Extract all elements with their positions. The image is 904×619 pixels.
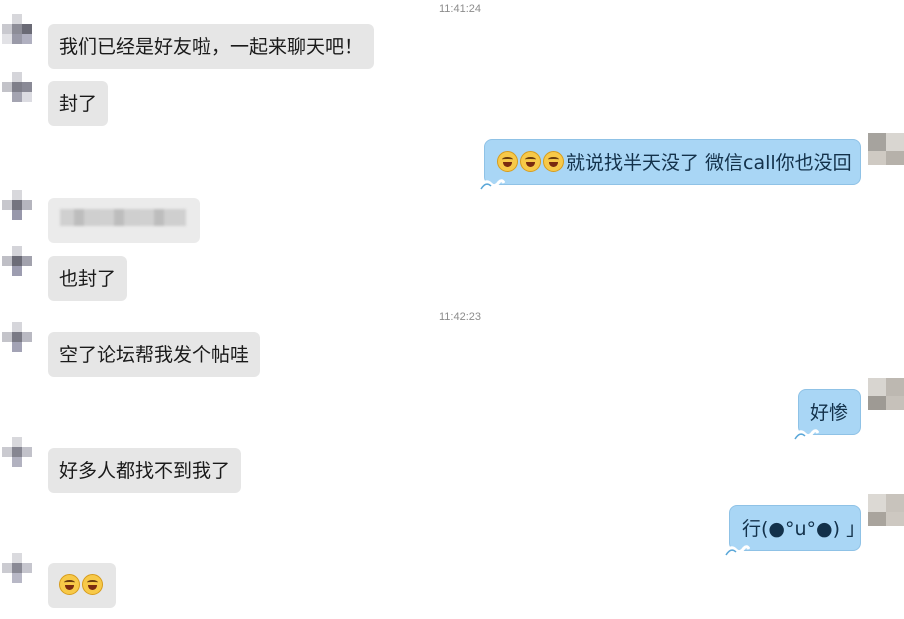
- laughing-tears-emoji-icon: [59, 574, 80, 595]
- message-bubble-self: 就说找半天没了 微信call你也没回: [479, 139, 861, 190]
- message-text: 也封了: [59, 268, 117, 290]
- timestamp: 11:42:23: [438, 311, 481, 323]
- laughing-tears-emoji-icon: [520, 151, 541, 172]
- avatar[interactable]: [2, 437, 42, 477]
- message-text: 行(●°u°●)​ 」: [742, 518, 866, 540]
- message-bubble: 也封了: [48, 256, 128, 301]
- chat-history: 11:41:24 我们已经是好友啦，一起来聊天吧！ 封了 就说找半天没了 微信c…: [0, 0, 904, 619]
- laughing-tears-emoji-icon: [543, 151, 564, 172]
- laughing-tears-emoji-icon: [497, 151, 518, 172]
- message-text: 封了: [59, 93, 98, 115]
- avatar[interactable]: [2, 14, 42, 54]
- avatar[interactable]: [2, 322, 42, 362]
- message-text: 好惨: [810, 402, 849, 424]
- wave-decoration-icon: [479, 179, 505, 190]
- avatar[interactable]: [2, 190, 42, 230]
- avatar[interactable]: [2, 246, 42, 286]
- message-bubble-self: 行(●°u°●)​ 」: [724, 505, 865, 556]
- message-bubble-self: 好惨: [793, 389, 861, 440]
- laughing-tears-emoji-icon: [82, 574, 103, 595]
- message-bubble: [48, 563, 116, 608]
- message-text: 我们已经是好友啦，一起来聊天吧！: [59, 36, 364, 58]
- wave-decoration-icon: [793, 429, 819, 440]
- message-bubble-blurred: [48, 198, 200, 243]
- avatar[interactable]: [2, 553, 42, 593]
- message-bubble: 好多人都找不到我了: [48, 448, 242, 493]
- message-text: 空了论坛帮我发个帖哇: [59, 344, 250, 366]
- avatar-self[interactable]: [868, 494, 904, 534]
- message-text: 就说找半天没了 微信call你也没回: [566, 152, 852, 174]
- message-bubble: 封了: [48, 81, 109, 126]
- avatar[interactable]: [2, 72, 42, 112]
- message-text: 好多人都找不到我了: [59, 460, 231, 482]
- avatar-self[interactable]: [868, 133, 904, 173]
- avatar-self[interactable]: [868, 378, 904, 418]
- blurred-content: [60, 209, 186, 226]
- message-bubble: 空了论坛帮我发个帖哇: [48, 332, 261, 377]
- message-bubble: 我们已经是好友啦，一起来聊天吧！: [48, 24, 375, 69]
- wave-decoration-icon: [724, 545, 750, 556]
- timestamp: 11:41:24: [438, 3, 481, 15]
